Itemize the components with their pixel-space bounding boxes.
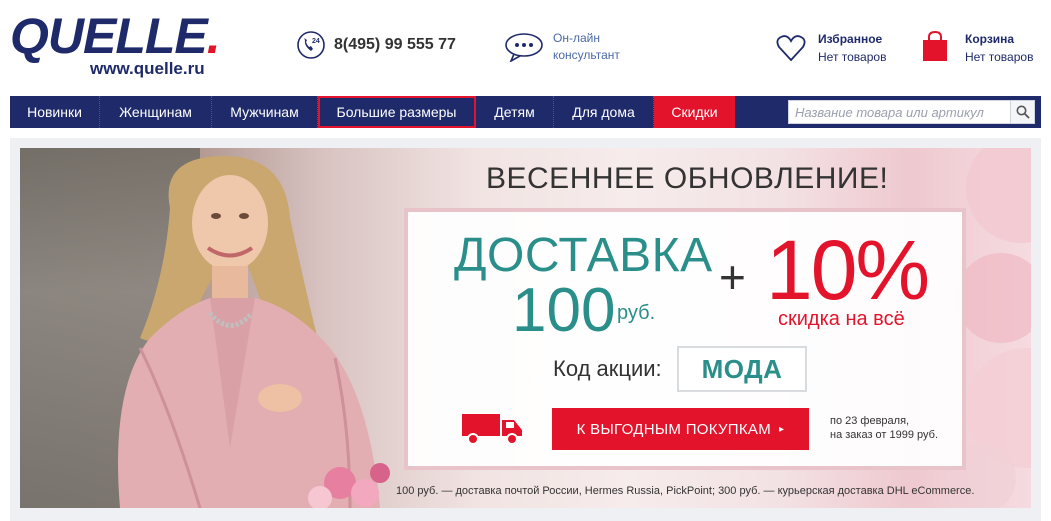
chat-label-line2: консультант <box>553 48 620 62</box>
promo-code-label: Код акции: <box>553 356 662 381</box>
promo-conditions-line2: на заказ от 1999 руб. <box>830 429 939 441</box>
phone-block[interactable]: 24 8(495) 99 555 77 <box>296 30 456 60</box>
quelle-logo[interactable]: QUELLE. www.quelle.ru <box>10 8 221 78</box>
logo-wordmark: QUELLE. <box>10 8 221 64</box>
promo-conditions: по 23 февраля, на заказ от 1999 руб. <box>830 414 938 442</box>
search-button[interactable] <box>1010 101 1034 123</box>
promo-code-value: МОДА <box>677 346 807 392</box>
nav-item-home[interactable]: Для дома <box>554 96 654 128</box>
delivery-truck-icon <box>462 414 522 445</box>
arrow-right-icon: ▸ <box>779 423 785 435</box>
delivery-footnote: 100 руб. — доставка почтой России, Herme… <box>396 485 975 497</box>
favorites-link[interactable]: Избранное Нет товаров <box>776 30 886 66</box>
online-consultant[interactable]: Он-лайн консультант <box>504 30 620 64</box>
search-icon <box>1016 105 1030 119</box>
cart-count: Нет товаров <box>965 50 1034 64</box>
shopping-bag-icon <box>923 30 947 61</box>
nav-item-sale[interactable]: Скидки <box>654 96 735 128</box>
phone-number[interactable]: 8(495) 99 555 77 <box>334 36 456 54</box>
plus-sign: + <box>719 251 746 303</box>
favorites-title: Избранное <box>818 32 883 46</box>
favorites-count: Нет товаров <box>818 50 887 64</box>
main-nav: Новинки Женщинам Мужчинам Большие размер… <box>10 96 1041 128</box>
phone-24-icon: 24 <box>297 31 325 59</box>
nav-item-new[interactable]: Новинки <box>10 96 100 128</box>
discount-caption: скидка на всё <box>778 308 905 330</box>
chat-label-line1: Он-лайн <box>553 31 600 45</box>
nav-item-men[interactable]: Мужчинам <box>212 96 318 128</box>
delivery-amount: 100 <box>512 276 616 345</box>
svg-text:24: 24 <box>312 38 320 45</box>
chat-bubble-icon <box>505 33 543 62</box>
cart-link[interactable]: Корзина Нет товаров <box>920 30 1033 66</box>
banner-headline: ВЕСЕННЕЕ ОБНОВЛЕНИЕ! <box>486 162 889 195</box>
model-photo <box>118 155 390 508</box>
heart-icon <box>776 35 806 62</box>
search-input[interactable] <box>789 101 1010 123</box>
cart-title: Корзина <box>965 32 1015 46</box>
nav-item-kids[interactable]: Детям <box>476 96 554 128</box>
nav-item-women[interactable]: Женщинам <box>100 96 212 128</box>
search-box <box>788 100 1035 124</box>
delivery-currency: руб. <box>617 302 656 324</box>
site-header: QUELLE. www.quelle.ru 24 8(495) 99 555 7… <box>0 0 1051 95</box>
logo-url: www.quelle.ru <box>90 59 205 78</box>
discount-percent: 10% <box>766 223 930 317</box>
promo-conditions-line1: по 23 февраля, <box>830 415 910 427</box>
shop-now-button[interactable]: К ВЫГОДНЫМ ПОКУПКАМ ▸ <box>552 408 809 450</box>
shop-now-label: К ВЫГОДНЫМ ПОКУПКАМ <box>576 420 771 438</box>
nav-item-plus-size[interactable]: Большие размеры <box>318 96 476 128</box>
